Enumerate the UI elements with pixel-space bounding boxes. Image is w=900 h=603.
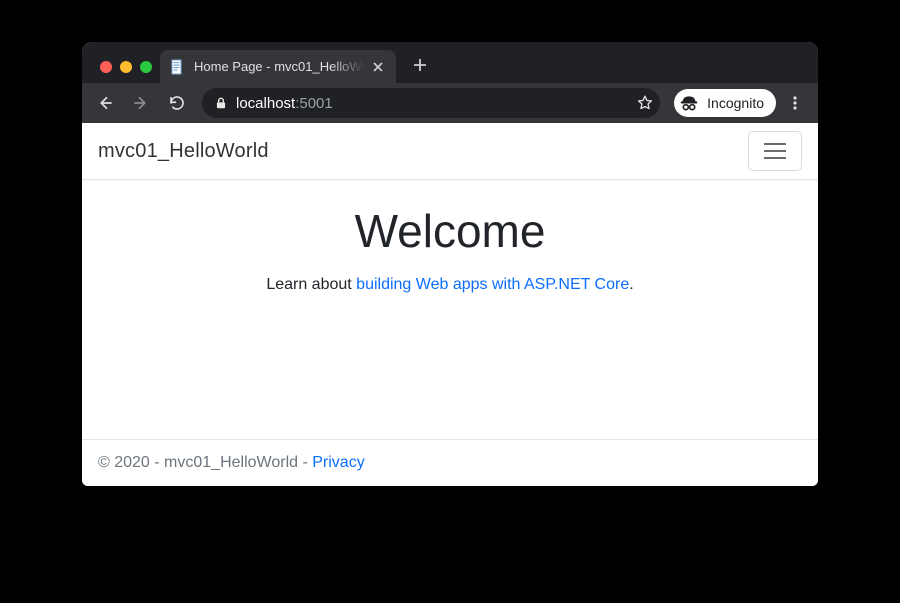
address-bar[interactable]: localhost:5001 — [202, 88, 660, 118]
reload-icon — [168, 94, 186, 112]
browser-toolbar: localhost:5001 — [82, 83, 818, 123]
lock-icon — [214, 96, 228, 110]
close-icon — [373, 62, 383, 72]
tab-strip: Home Page - mvc01_HelloWorld — [82, 42, 818, 83]
window-controls — [92, 61, 160, 83]
kebab-menu-icon — [787, 95, 803, 111]
arrow-left-icon — [96, 94, 114, 112]
reload-button[interactable] — [160, 88, 194, 118]
bookmark-button[interactable] — [636, 94, 654, 112]
lead-prefix: Learn about — [266, 276, 356, 293]
forward-button[interactable] — [124, 88, 158, 118]
privacy-link[interactable]: Privacy — [312, 454, 364, 471]
main-content: Welcome Learn about building Web apps wi… — [82, 180, 818, 439]
new-tab-button[interactable] — [406, 51, 434, 79]
url-port: :5001 — [295, 95, 333, 112]
footer-text: © 2020 - mvc01_HelloWorld - — [98, 454, 312, 471]
plus-icon — [413, 58, 427, 72]
navbar-toggle-button[interactable] — [748, 131, 802, 171]
incognito-badge[interactable]: Incognito — [674, 89, 776, 117]
tab-title: Home Page - mvc01_HelloWorld — [194, 59, 364, 74]
page-heading: Welcome — [355, 204, 546, 258]
incognito-label: Incognito — [707, 95, 764, 111]
incognito-icon — [679, 93, 699, 113]
browser-tab[interactable]: Home Page - mvc01_HelloWorld — [160, 50, 396, 83]
arrow-right-icon — [132, 94, 150, 112]
site-navbar: mvc01_HelloWorld — [82, 123, 818, 180]
minimize-window-button[interactable] — [120, 61, 132, 73]
url-text: localhost:5001 — [236, 95, 628, 112]
url-host: localhost — [236, 95, 295, 112]
lead-link[interactable]: building Web apps with ASP.NET Core — [356, 276, 629, 293]
brand-link[interactable]: mvc01_HelloWorld — [98, 140, 269, 163]
star-icon — [636, 94, 654, 112]
site-footer: © 2020 - mvc01_HelloWorld - Privacy — [82, 439, 818, 486]
page-favicon-icon — [170, 59, 186, 75]
hamburger-icon — [762, 141, 788, 161]
page-lead: Learn about building Web apps with ASP.N… — [266, 276, 633, 294]
tab-close-button[interactable] — [370, 59, 386, 75]
page-viewport: mvc01_HelloWorld Welcome Learn about bui… — [82, 123, 818, 486]
close-window-button[interactable] — [100, 61, 112, 73]
fullscreen-window-button[interactable] — [140, 61, 152, 73]
browser-window: Home Page - mvc01_HelloWorld — [82, 42, 818, 486]
back-button[interactable] — [88, 88, 122, 118]
lead-suffix: . — [629, 276, 633, 293]
browser-menu-button[interactable] — [778, 88, 812, 118]
